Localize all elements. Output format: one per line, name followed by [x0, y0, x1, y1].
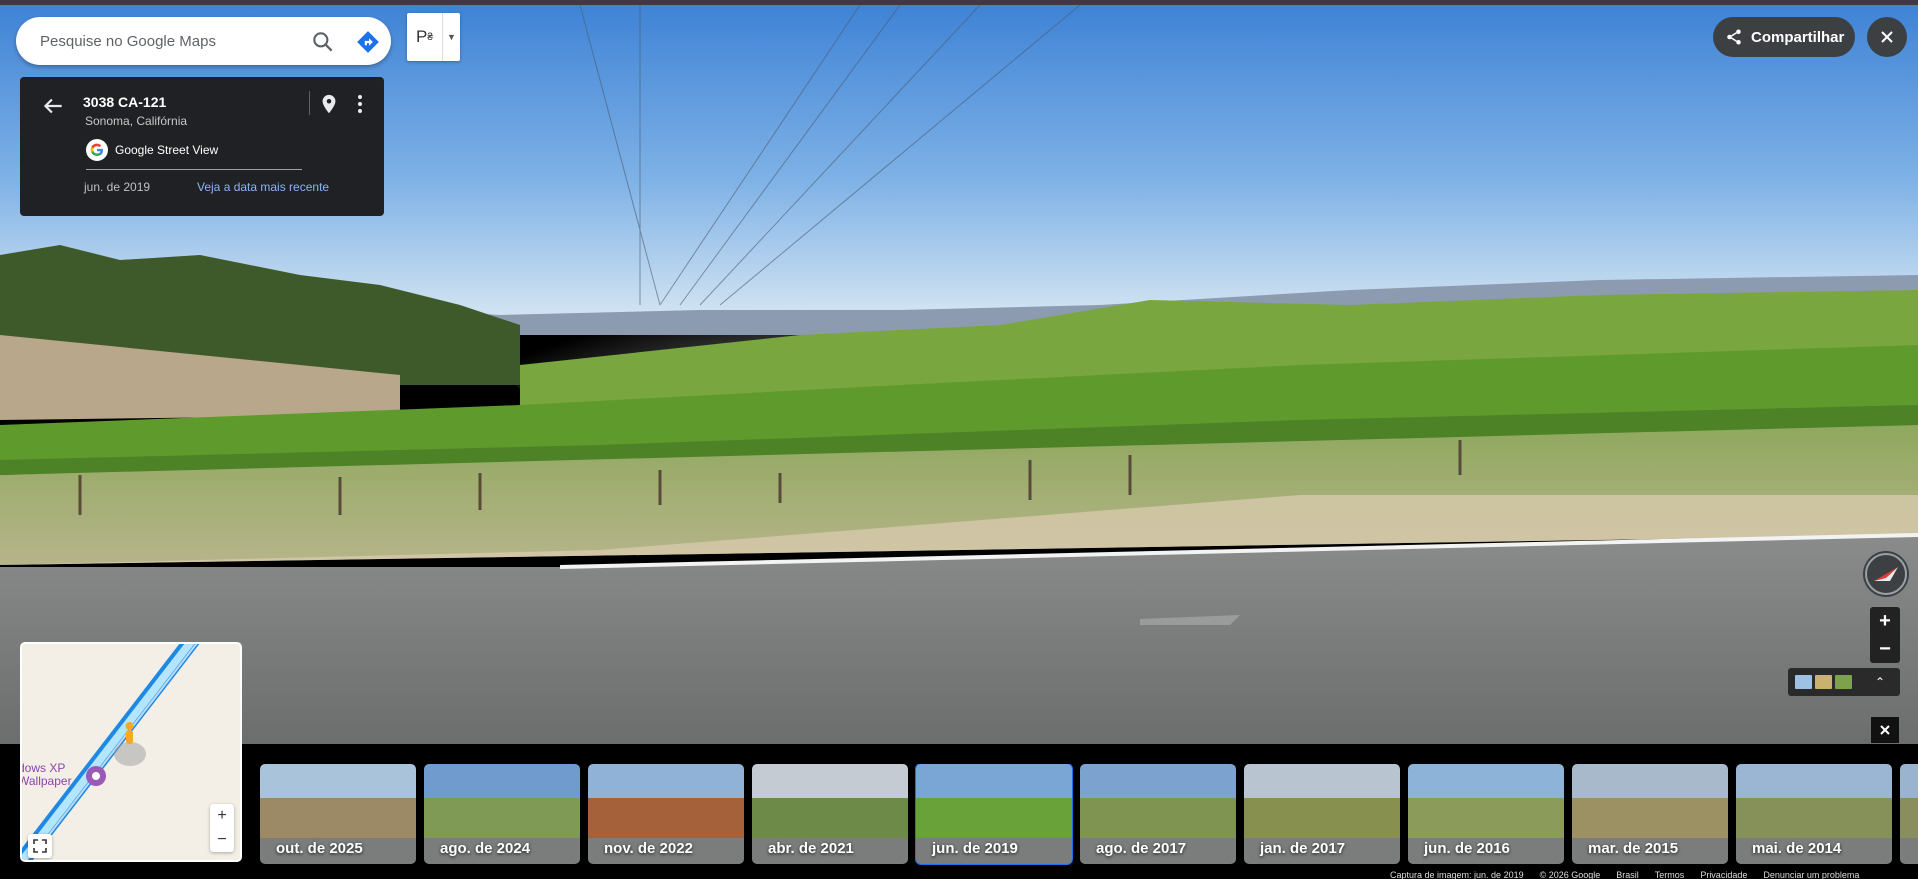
imagery-toggle[interactable]: ⌃: [1788, 668, 1900, 696]
mini-map-zoom-out-button[interactable]: −: [210, 828, 234, 852]
report-problem-link[interactable]: Denunciar um problema: [1763, 870, 1859, 879]
timeline-thumbnail[interactable]: jun. de 2016: [1408, 764, 1564, 864]
google-logo-icon: [86, 139, 108, 161]
divider: [309, 91, 310, 115]
thumbnail-sky: [752, 764, 908, 798]
zoom-in-button[interactable]: +: [1870, 607, 1900, 635]
expand-map-icon[interactable]: [28, 834, 52, 858]
thumbnail-land: [1408, 798, 1564, 838]
close-icon: [1881, 31, 1893, 43]
thumbnail-date-label: abr. de 2021: [768, 840, 854, 857]
provider-row: Google Street View: [86, 139, 218, 161]
thumbnail-land: [1900, 798, 1918, 838]
timeline-thumbnail[interactable]: jan. de 2017: [1244, 764, 1400, 864]
address-subtitle: Sonoma, Califórnia: [85, 114, 188, 128]
thumbnail-date-label: nov. de 2022: [604, 840, 693, 857]
thumbnail-land: [752, 798, 908, 838]
thumbnail-date-label: jan. de 2017: [1260, 840, 1346, 857]
thumbnail-sky: [1900, 764, 1918, 798]
thumbnail-sky: [424, 764, 580, 798]
chevron-up-icon[interactable]: ⌃: [1875, 675, 1885, 689]
back-arrow-icon[interactable]: [40, 93, 66, 119]
more-options-icon[interactable]: [352, 93, 368, 115]
thumbnail-date-label: jun. de 2019: [932, 840, 1018, 857]
timeline-thumbnail[interactable]: out. de 2025: [260, 764, 416, 864]
thumbnail-date-label: ago. de 2017: [1096, 840, 1187, 857]
timeline-thumbnail[interactable]: nov. de 2022: [588, 764, 744, 864]
zoom-control: + −: [1870, 607, 1900, 663]
copyright: © 2026 Google: [1539, 870, 1601, 879]
thumbnail-date-label: jun. de 2016: [1424, 840, 1510, 857]
timeline-thumbnail[interactable]: [1900, 764, 1918, 864]
share-button[interactable]: Compartilhar: [1713, 17, 1855, 57]
timeline-strip: out. de 2025 ago. de 2024 nov. de 2022 abr.…: [0, 744, 1918, 879]
capture-date-footer: Captura de imagem: jun. de 2019: [1390, 870, 1524, 879]
thumbnail-date-label: ago. de 2024: [440, 840, 531, 857]
imagery-swatch: [1835, 675, 1852, 689]
timeline-thumbnail[interactable]: abr. de 2021: [752, 764, 908, 864]
thumbnail-road: [1900, 838, 1918, 864]
close-street-view-button[interactable]: [1867, 17, 1907, 57]
timeline-thumbnail[interactable]: jun. de 2019: [915, 764, 1073, 865]
mini-map[interactable]: dows XP Wallpaper + −: [20, 642, 242, 862]
share-icon: [1727, 29, 1741, 45]
thumbnail-sky: [916, 764, 1072, 798]
timeline-thumbnail[interactable]: mai. de 2014: [1736, 764, 1892, 864]
compass-icon[interactable]: [1863, 551, 1909, 597]
thumbnail-sky: [260, 764, 416, 798]
thumbnail-sky: [1408, 764, 1564, 798]
terms-link[interactable]: Termos: [1655, 870, 1685, 879]
thumbnail-land: [916, 798, 1072, 838]
poi-label[interactable]: dows XP Wallpaper: [22, 762, 72, 788]
country-link[interactable]: Brasil: [1616, 870, 1639, 879]
thumbnail-date-label: out. de 2025: [276, 840, 363, 857]
thumbnail-land: [1080, 798, 1236, 838]
thumbnail-sky: [588, 764, 744, 798]
share-label: Compartilhar: [1751, 28, 1845, 46]
privacy-link[interactable]: Privacidade: [1700, 870, 1747, 879]
thumbnail-land: [588, 798, 744, 838]
timeline-thumbnail[interactable]: mar. de 2015: [1572, 764, 1728, 864]
thumbnail-land: [1572, 798, 1728, 838]
thumbnail-land: [1736, 798, 1892, 838]
location-pin-icon[interactable]: [318, 93, 340, 115]
search-icon[interactable]: [310, 29, 336, 55]
thumbnail-sky: [1736, 764, 1892, 798]
timeline-thumbnail[interactable]: ago. de 2017: [1080, 764, 1236, 864]
mini-map-zoom: + −: [210, 804, 234, 852]
provider-label: Google Street View: [115, 143, 219, 157]
timeline-thumbnail[interactable]: ago. de 2024: [424, 764, 580, 864]
thumbnail-sky: [1244, 764, 1400, 798]
thumbnail-land: [1244, 798, 1400, 838]
imagery-swatch: [1815, 675, 1832, 689]
thumbnail-date-label: mar. de 2015: [1588, 840, 1679, 857]
parking-layer-icon[interactable]: P ₴: [407, 13, 443, 61]
directions-icon[interactable]: [355, 29, 381, 55]
footer: Captura de imagem: jun. de 2019 © 2026 G…: [1390, 870, 1918, 879]
thumbnail-sky: [1572, 764, 1728, 798]
search-box: [16, 17, 391, 65]
address-title: 3038 CA-121: [83, 94, 167, 110]
divider: [86, 169, 302, 170]
timeline-thumbnails: out. de 2025 ago. de 2024 nov. de 2022 abr.…: [260, 764, 1918, 866]
mini-map-zoom-in-button[interactable]: +: [210, 804, 234, 828]
layers-button[interactable]: P ₴ ▼: [407, 13, 460, 61]
see-latest-date-link[interactable]: Veja a data mais recente: [197, 180, 329, 194]
capture-date: jun. de 2019: [84, 180, 151, 194]
street-view-info-panel: 3038 CA-121 Sonoma, Califórnia Google St…: [20, 77, 384, 216]
imagery-swatch: [1795, 675, 1812, 689]
thumbnail-date-label: mai. de 2014: [1752, 840, 1842, 857]
thumbnail-sky: [1080, 764, 1236, 798]
search-input[interactable]: [40, 32, 290, 50]
thumbnail-land: [424, 798, 580, 838]
thumbnail-land: [260, 798, 416, 838]
chevron-down-icon[interactable]: ▼: [443, 13, 460, 61]
close-timeline-button[interactable]: [1871, 717, 1899, 743]
zoom-out-button[interactable]: −: [1870, 635, 1900, 663]
close-icon: [1880, 725, 1890, 735]
